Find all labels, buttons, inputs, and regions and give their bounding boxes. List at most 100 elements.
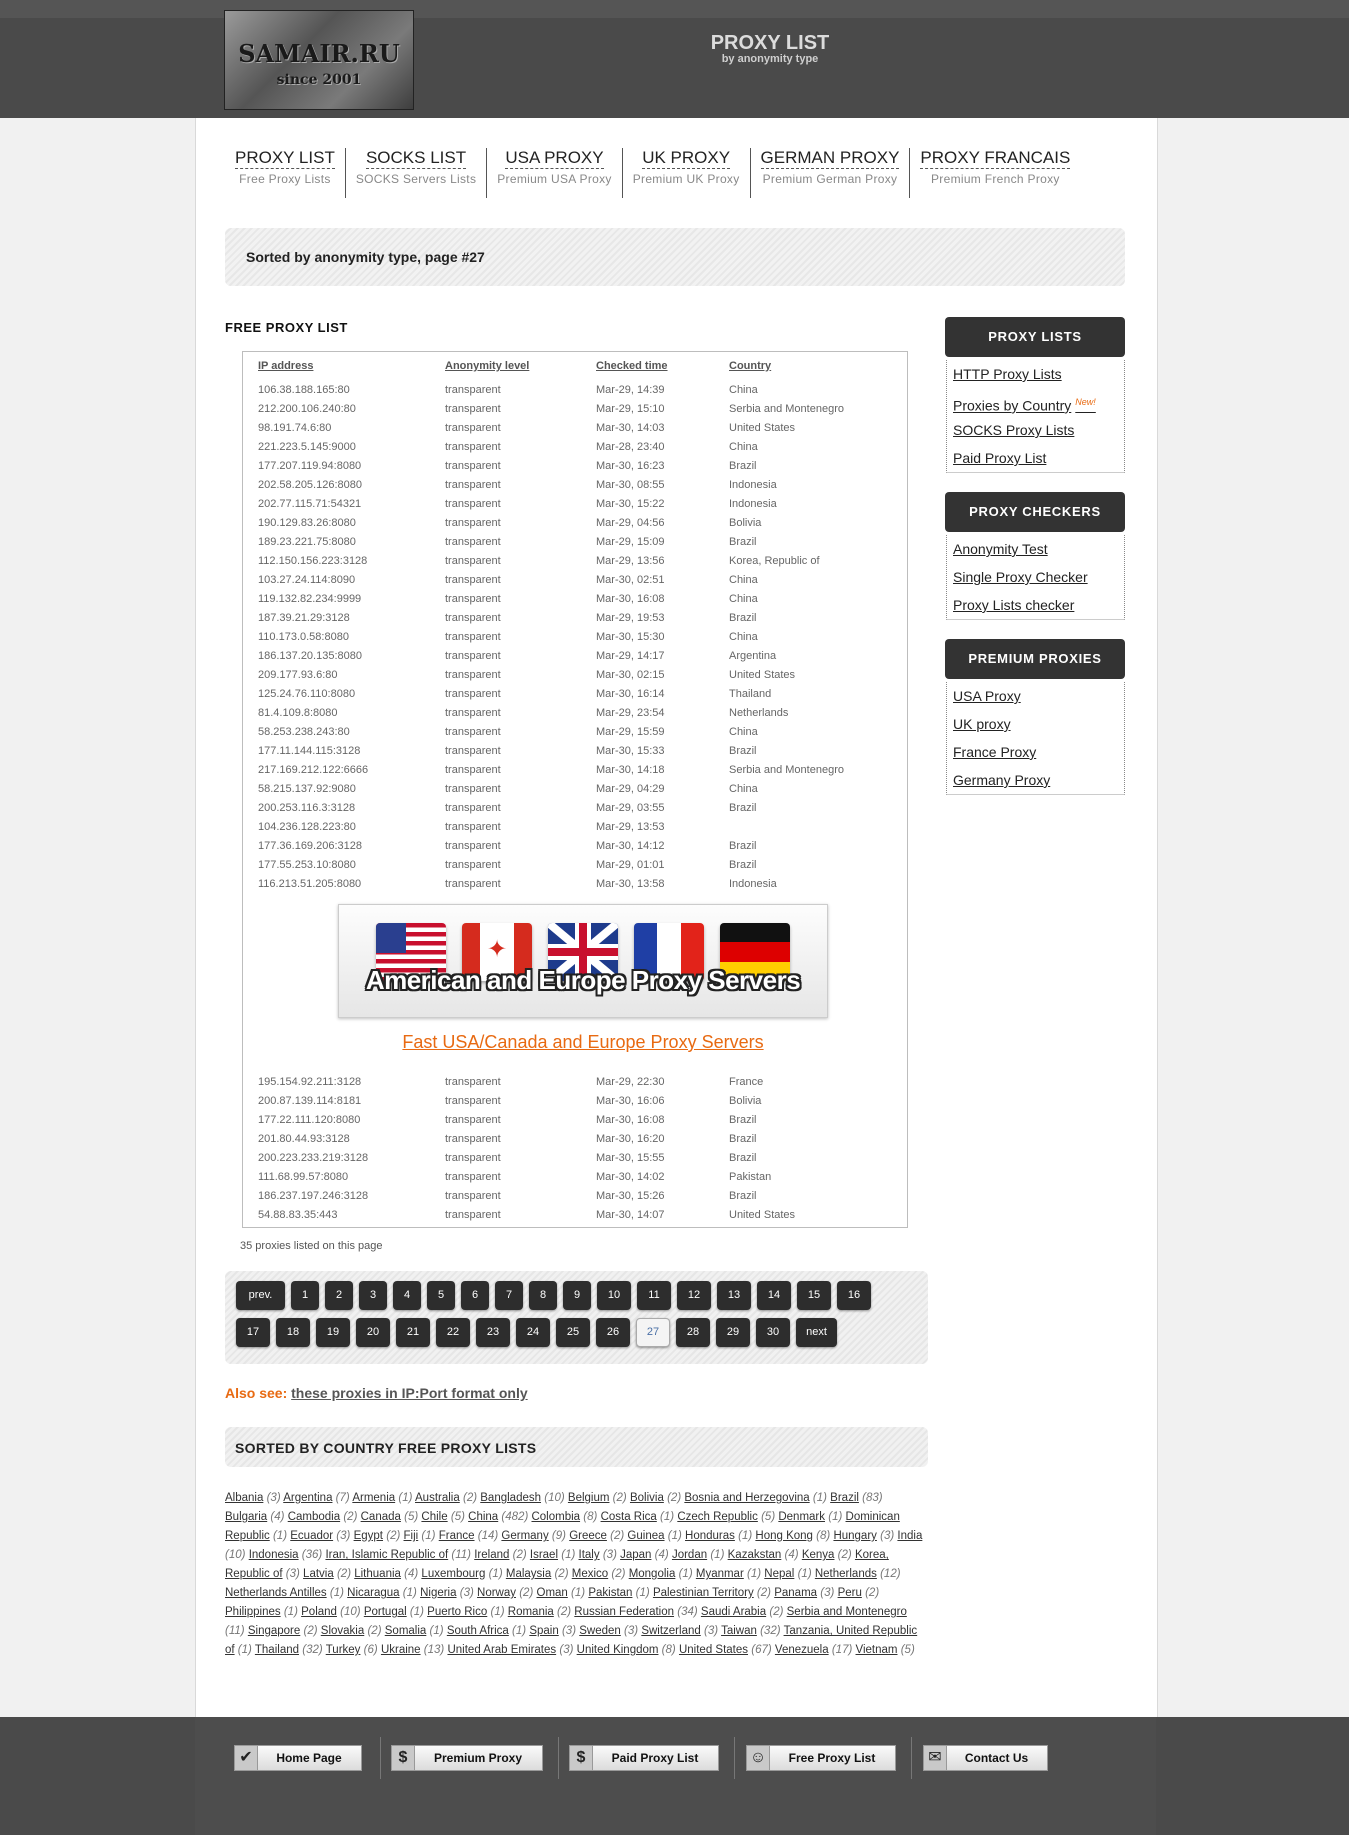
- country-link[interactable]: Malaysia: [506, 1568, 551, 1580]
- page-button[interactable]: 21: [396, 1318, 430, 1347]
- page-button[interactable]: 27: [636, 1318, 670, 1347]
- country-link[interactable]: Poland: [301, 1606, 337, 1618]
- page-button[interactable]: 4: [393, 1281, 421, 1310]
- column-header-anonymity[interactable]: Anonymity level: [445, 360, 529, 372]
- nav-item-socks-list[interactable]: SOCKS LIST SOCKS Servers Lists: [346, 148, 488, 198]
- country-link[interactable]: Switzerland: [641, 1625, 700, 1637]
- page-button[interactable]: 14: [757, 1281, 791, 1310]
- country-link[interactable]: Serbia and Montenegro: [787, 1606, 907, 1618]
- footer-free-proxy-list-button[interactable]: ☺ Free Proxy List: [746, 1745, 896, 1771]
- prev-page-button[interactable]: prev.: [236, 1281, 285, 1310]
- country-link[interactable]: Pakistan: [588, 1587, 632, 1599]
- country-link[interactable]: Panama: [774, 1587, 817, 1599]
- country-link[interactable]: Italy: [579, 1549, 600, 1561]
- page-button[interactable]: 20: [356, 1318, 390, 1347]
- country-link[interactable]: Denmark: [778, 1511, 825, 1523]
- country-link[interactable]: Colombia: [531, 1511, 580, 1523]
- ip-port-format-link[interactable]: these proxies in IP:Port format only: [291, 1385, 528, 1401]
- country-link[interactable]: Jordan: [672, 1549, 707, 1561]
- country-link[interactable]: Venezuela: [775, 1644, 829, 1656]
- promo-banner[interactable]: ✦ American and Europe Proxy Servers: [338, 904, 828, 1018]
- page-button[interactable]: 7: [495, 1281, 523, 1310]
- country-link[interactable]: United States: [679, 1644, 748, 1656]
- nav-item-uk-proxy[interactable]: UK PROXY Premium UK Proxy: [623, 148, 751, 198]
- country-link[interactable]: Indonesia: [249, 1549, 299, 1561]
- nav-link[interactable]: PROXY FRANCAIS: [920, 148, 1071, 169]
- country-link[interactable]: Lithuania: [354, 1568, 401, 1580]
- country-link[interactable]: Hungary: [833, 1530, 876, 1542]
- nav-link[interactable]: UK PROXY: [642, 148, 731, 169]
- country-link[interactable]: Hong Kong: [755, 1530, 813, 1542]
- country-link[interactable]: Turkey: [326, 1644, 361, 1656]
- country-link[interactable]: Fiji: [404, 1530, 419, 1542]
- country-link[interactable]: Peru: [838, 1587, 862, 1599]
- sidebar-link-socks-proxy-lists[interactable]: SOCKS Proxy Lists: [947, 416, 1124, 444]
- country-link[interactable]: Egypt: [354, 1530, 383, 1542]
- country-link[interactable]: Nigeria: [420, 1587, 456, 1599]
- country-link[interactable]: Netherlands Antilles: [225, 1587, 327, 1599]
- country-link[interactable]: India: [897, 1530, 922, 1542]
- country-link[interactable]: Cambodia: [288, 1511, 340, 1523]
- country-link[interactable]: Singapore: [248, 1625, 300, 1637]
- country-link[interactable]: Australia: [415, 1492, 460, 1504]
- country-link[interactable]: Chile: [421, 1511, 447, 1523]
- footer-premium-proxy-button[interactable]: $ Premium Proxy: [391, 1745, 543, 1771]
- country-link[interactable]: Belgium: [568, 1492, 610, 1504]
- country-link[interactable]: Nepal: [764, 1568, 794, 1580]
- country-link[interactable]: Israel: [530, 1549, 558, 1561]
- country-link[interactable]: Slovakia: [321, 1625, 364, 1637]
- page-button[interactable]: 12: [677, 1281, 711, 1310]
- nav-link[interactable]: GERMAN PROXY: [760, 148, 900, 169]
- country-link[interactable]: Philippines: [225, 1606, 281, 1618]
- sidebar-link-uk-proxy[interactable]: UK proxy: [947, 710, 1124, 738]
- nav-item-german-proxy[interactable]: GERMAN PROXY Premium German Proxy: [751, 148, 911, 198]
- nav-item-proxy-francais[interactable]: PROXY FRANCAIS Premium French Proxy: [910, 148, 1080, 198]
- country-link[interactable]: United Arab Emirates: [447, 1644, 556, 1656]
- sidebar-link-proxy-lists-checker[interactable]: Proxy Lists checker: [947, 591, 1124, 619]
- country-link[interactable]: Brazil: [830, 1492, 859, 1504]
- country-link[interactable]: Costa Rica: [601, 1511, 657, 1523]
- country-link[interactable]: Greece: [569, 1530, 607, 1542]
- footer-contact-us-button[interactable]: ✉ Contact Us: [923, 1745, 1048, 1771]
- page-button[interactable]: 24: [516, 1318, 550, 1347]
- country-link[interactable]: Iran, Islamic Republic of: [325, 1549, 448, 1561]
- sidebar-link-http-proxy-lists[interactable]: HTTP Proxy Lists: [947, 360, 1124, 388]
- nav-link[interactable]: PROXY LIST: [235, 148, 335, 169]
- page-button[interactable]: 25: [556, 1318, 590, 1347]
- page-button[interactable]: 3: [359, 1281, 387, 1310]
- country-link[interactable]: Norway: [477, 1587, 516, 1599]
- page-button[interactable]: 16: [837, 1281, 871, 1310]
- country-link[interactable]: Kenya: [802, 1549, 835, 1561]
- footer-home-page-button[interactable]: ✔ Home Page: [234, 1745, 362, 1771]
- page-button[interactable]: 15: [797, 1281, 831, 1310]
- country-link[interactable]: Taiwan: [721, 1625, 757, 1637]
- country-link[interactable]: Honduras: [685, 1530, 735, 1542]
- sidebar-link-france-proxy[interactable]: France Proxy: [947, 738, 1124, 766]
- country-link[interactable]: Puerto Rico: [427, 1606, 487, 1618]
- page-button[interactable]: 8: [529, 1281, 557, 1310]
- country-link[interactable]: Vietnam: [856, 1644, 898, 1656]
- country-link[interactable]: Sweden: [579, 1625, 621, 1637]
- sidebar-link-single-proxy-checker[interactable]: Single Proxy Checker: [947, 563, 1124, 591]
- country-link[interactable]: Germany: [501, 1530, 548, 1542]
- sidebar-link-anonymity-test[interactable]: Anonymity Test: [947, 535, 1124, 563]
- country-link[interactable]: Russian Federation: [574, 1606, 674, 1618]
- page-button[interactable]: 28: [676, 1318, 710, 1347]
- nav-link[interactable]: USA PROXY: [505, 148, 604, 169]
- country-link[interactable]: France: [439, 1530, 475, 1542]
- country-link[interactable]: Nicaragua: [347, 1587, 399, 1599]
- page-button[interactable]: 10: [597, 1281, 631, 1310]
- country-link[interactable]: Mongolia: [629, 1568, 676, 1580]
- country-link[interactable]: Thailand: [255, 1644, 299, 1656]
- country-link[interactable]: Mexico: [572, 1568, 608, 1580]
- column-header-checked[interactable]: Checked time: [596, 360, 668, 372]
- country-link[interactable]: Guinea: [627, 1530, 664, 1542]
- country-link[interactable]: Romania: [508, 1606, 554, 1618]
- country-link[interactable]: Somalia: [385, 1625, 427, 1637]
- column-header-ip[interactable]: IP address: [258, 360, 313, 372]
- page-button[interactable]: 11: [637, 1281, 671, 1310]
- sidebar-link-paid-proxy-list[interactable]: Paid Proxy List: [947, 444, 1124, 472]
- nav-item-proxy-list[interactable]: PROXY LIST Free Proxy Lists: [225, 148, 346, 198]
- page-button[interactable]: 26: [596, 1318, 630, 1347]
- country-link[interactable]: Myanmar: [696, 1568, 744, 1580]
